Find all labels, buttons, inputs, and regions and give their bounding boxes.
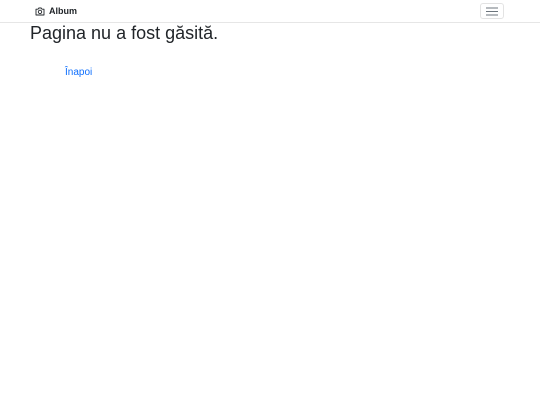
hamburger-menu-icon	[486, 4, 498, 19]
back-link[interactable]: Înapoi	[65, 66, 92, 79]
page-title: Pagina nu a fost găsită.	[30, 23, 219, 43]
navbar-toggler-button[interactable]	[480, 3, 504, 19]
top-navbar: Album	[0, 0, 540, 23]
brand-label: Album	[49, 6, 77, 16]
camera-icon	[35, 7, 45, 16]
brand-link[interactable]: Album	[35, 5, 77, 17]
